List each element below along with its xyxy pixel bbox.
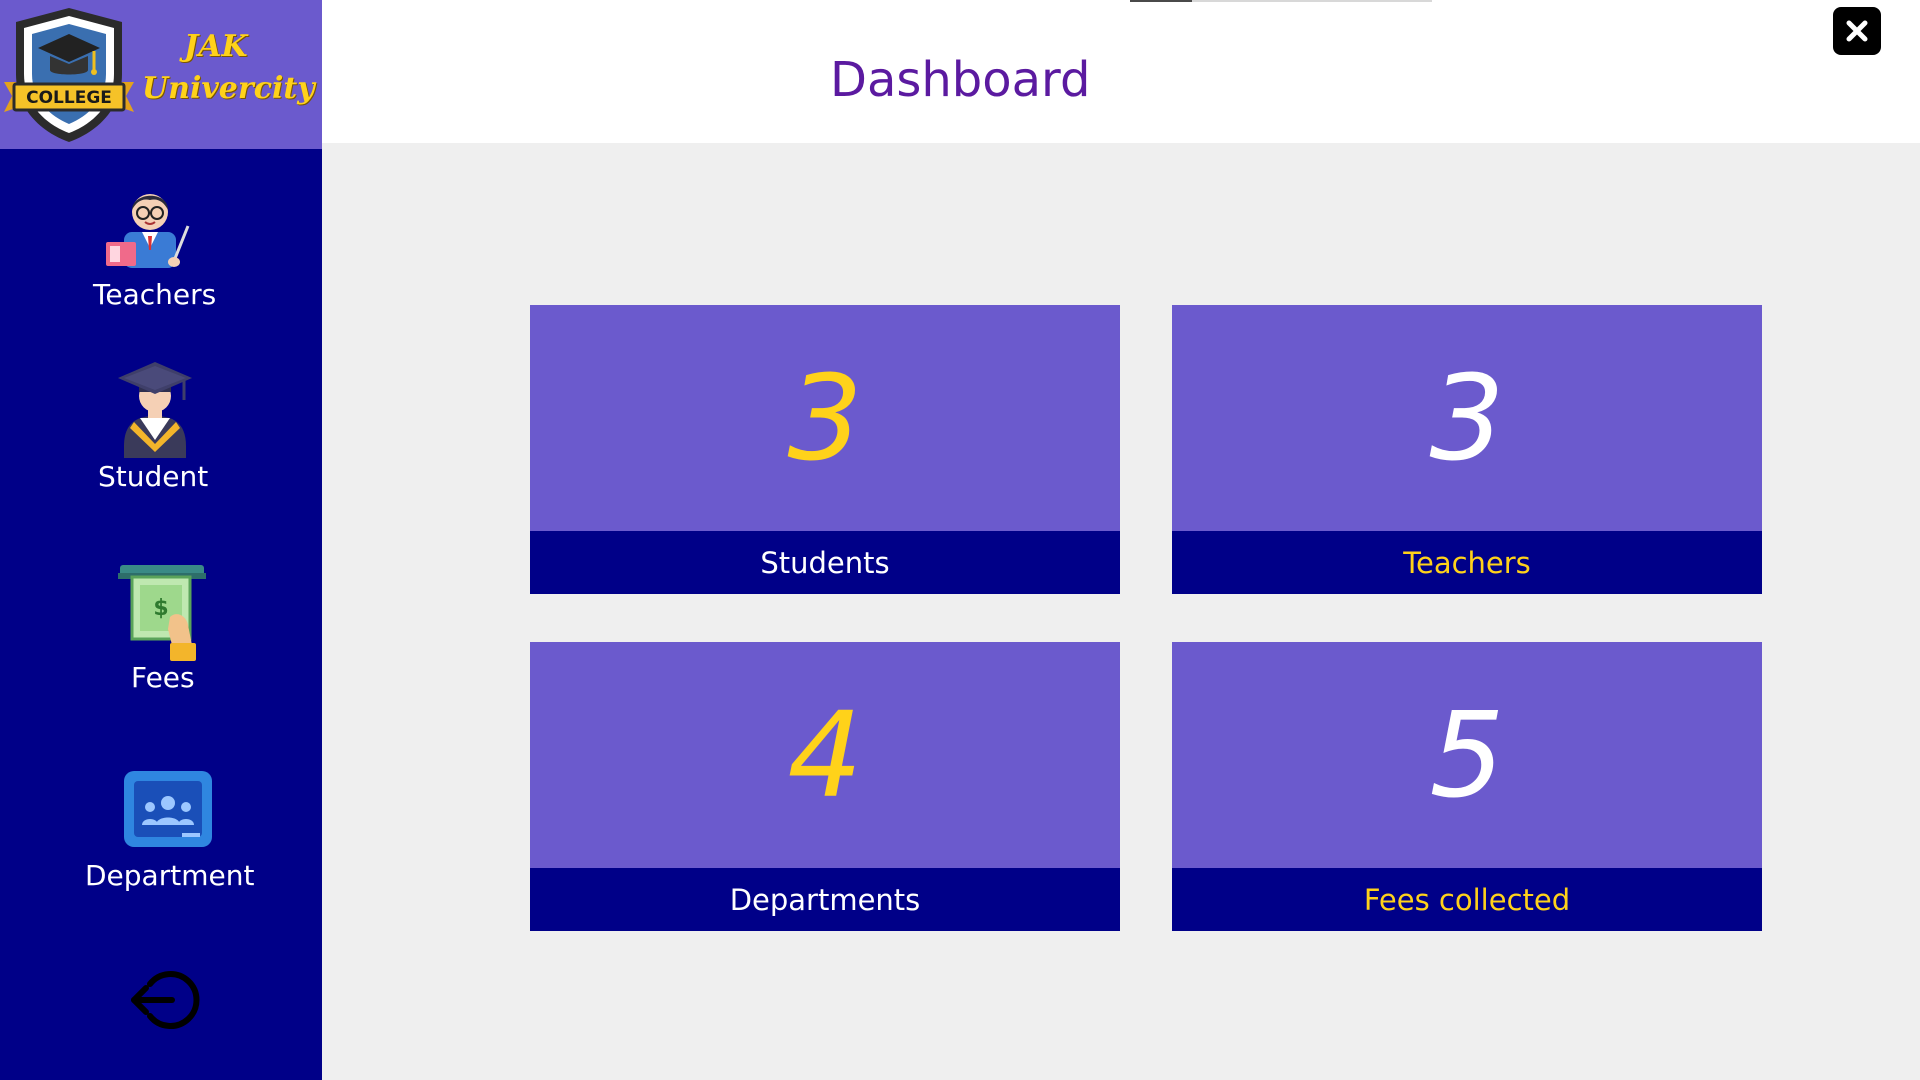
sidebar-item-label: Department [85,859,255,892]
sidebar-item-label: Teachers [93,278,217,311]
teacher-icon [106,194,190,268]
card-top: 3 [1172,305,1762,531]
card-bottom: Teachers [1172,531,1762,594]
college-logo: COLLEGE [4,8,134,142]
graduate-icon [118,362,192,458]
app-window: COLLEGE JAK Univercity Teachers Student … [0,0,1920,1080]
top-divider-marker [1130,0,1192,2]
sidebar-item-department[interactable]: Department [0,765,322,915]
card-label: Fees collected [1363,882,1571,917]
sidebar: COLLEGE JAK Univercity Teachers Student … [0,0,322,1080]
card-departments[interactable]: 4 Departments [530,642,1120,931]
svg-text:$: $ [153,596,168,621]
card-bottom: Students [530,531,1120,594]
card-students[interactable]: 3 Students [530,305,1120,594]
card-top: 5 [1172,642,1762,868]
card-teachers[interactable]: 3 Teachers [1172,305,1762,594]
card-label: Teachers [1403,545,1531,580]
card-fees-collected[interactable]: 5 Fees collected [1172,642,1762,931]
sidebar-item-label: Fees [131,661,195,694]
sidebar-item-fees[interactable]: $ Fees [0,555,322,705]
card-label: Students [760,545,890,580]
sidebar-item-label: Student [98,460,209,493]
card-bottom: Fees collected [1172,868,1762,931]
card-value: 3 [1429,349,1505,487]
page-title: Dashboard [830,52,1091,108]
card-value: 4 [787,686,863,824]
brand-name-line1: JAK [184,29,248,64]
card-top: 4 [530,642,1120,868]
close-icon [1846,20,1868,42]
sidebar-item-teachers[interactable]: Teachers [0,170,322,320]
card-value: 5 [1429,686,1505,824]
brand-name: JAK Univercity [142,26,322,110]
card-value: 3 [787,349,863,487]
card-top: 3 [530,305,1120,531]
card-label: Departments [729,882,921,917]
sidebar-item-student[interactable]: Student [0,350,322,500]
logo-text: COLLEGE [26,88,112,108]
card-bottom: Departments [530,868,1120,931]
cash-icon: $ [118,565,206,661]
brand-header: COLLEGE JAK Univercity [0,0,322,149]
department-icon [124,771,212,847]
close-button[interactable] [1833,7,1881,55]
header: Dashboard [322,0,1920,143]
logout-icon[interactable] [128,970,202,1030]
brand-name-line2: Univercity [142,71,315,106]
